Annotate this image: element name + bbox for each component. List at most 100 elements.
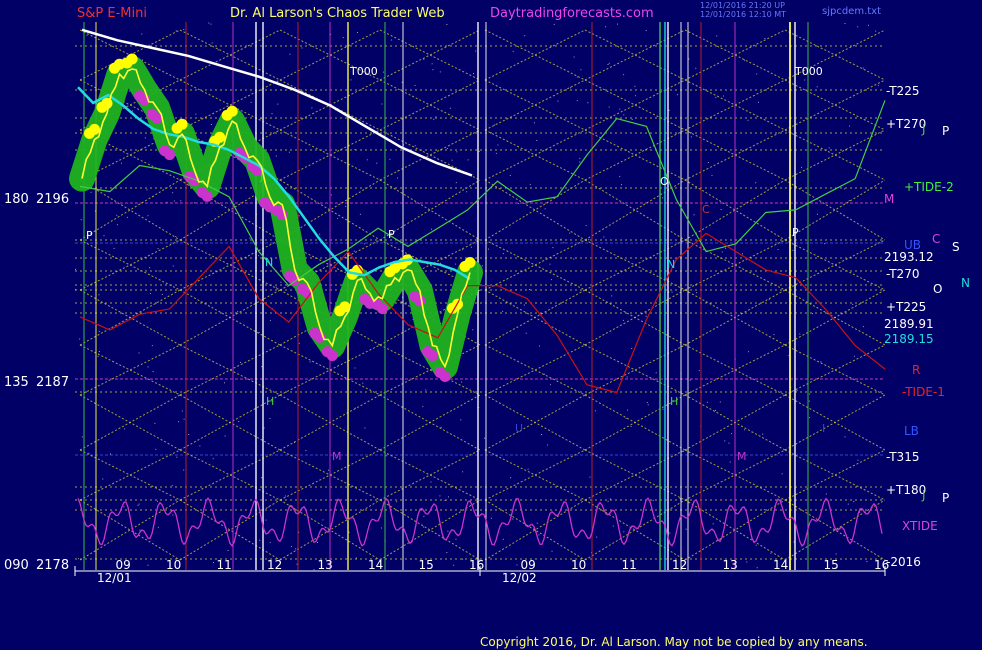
- star-dot: [626, 376, 628, 378]
- star-dot: [746, 561, 748, 563]
- star-dot: [481, 265, 483, 267]
- star-dot: [110, 453, 111, 455]
- star-dot: [862, 67, 864, 69]
- star-dot: [579, 161, 581, 163]
- star-dot: [627, 409, 629, 411]
- star-dot: [755, 544, 757, 546]
- down-dot: [271, 205, 283, 217]
- site-title: Dr. Al Larson's Chaos Trader Web: [230, 6, 445, 21]
- star-dot: [103, 235, 105, 237]
- star-dot: [792, 249, 794, 251]
- star-dot: [877, 84, 879, 86]
- star-dot: [502, 310, 504, 312]
- x-tick-label-day1: 13: [318, 558, 333, 572]
- star-dot: [350, 79, 352, 81]
- star-dot: [311, 107, 313, 109]
- star-dot: [188, 434, 190, 435]
- star-dot: [97, 355, 99, 357]
- down-dot: [359, 293, 371, 305]
- star-dot: [291, 546, 292, 548]
- star-dot: [608, 106, 610, 108]
- star-dot: [849, 125, 851, 127]
- star-dot: [756, 567, 758, 569]
- star-dot: [422, 406, 424, 408]
- star-dot: [528, 289, 530, 290]
- chart-letter-marker: M: [332, 450, 342, 463]
- site-url[interactable]: Daytradingforecasts.com: [490, 6, 654, 21]
- star-dot: [298, 215, 300, 217]
- star-dot: [75, 268, 76, 270]
- planet-label-j-1: J: [921, 122, 926, 136]
- x-tick-label-day2: 09: [521, 558, 536, 572]
- x-tick-label-day1: 11: [217, 558, 232, 572]
- x-tick-label-day2: 14: [773, 558, 788, 572]
- star-dot: [382, 71, 384, 73]
- down-dot: [196, 186, 208, 198]
- star-dot: [820, 361, 822, 363]
- star-dot: [269, 541, 271, 543]
- up-dot: [96, 101, 108, 113]
- star-dot: [625, 417, 627, 419]
- star-dot: [195, 113, 197, 115]
- star-dot: [502, 538, 504, 540]
- star-dot: [155, 448, 157, 450]
- star-dot: [585, 225, 587, 227]
- label-plus-t180: +T180: [886, 483, 926, 497]
- star-dot: [397, 177, 399, 179]
- star-dot: [139, 529, 141, 531]
- star-dot: [669, 532, 671, 534]
- down-dot: [434, 367, 446, 378]
- star-dot: [455, 182, 457, 184]
- t000-label-day1: T000: [349, 65, 378, 78]
- y-label-price-2187: 2187: [36, 375, 69, 390]
- planet-label-c: C: [932, 232, 940, 246]
- star-dot: [623, 531, 625, 533]
- star-dot: [98, 351, 100, 352]
- star-dot: [322, 519, 324, 521]
- planet-label-m: M: [884, 192, 894, 206]
- x-tick-label-day1: 14: [368, 558, 383, 572]
- star-dot: [381, 527, 382, 529]
- star-dot: [448, 496, 449, 498]
- star-dot: [90, 191, 92, 193]
- star-dot: [579, 157, 581, 159]
- star-dot: [557, 100, 559, 102]
- star-dot: [536, 140, 538, 141]
- y-label-price-2196: 2196: [36, 192, 69, 207]
- planet-label-p-1: P: [942, 124, 949, 138]
- star-dot: [809, 417, 811, 419]
- up-dot: [384, 266, 396, 278]
- star-dot: [389, 158, 391, 160]
- star-dot: [78, 558, 79, 560]
- star-dot: [275, 286, 277, 288]
- star-dot: [828, 147, 830, 149]
- star-dot: [138, 503, 140, 505]
- star-dot: [550, 279, 552, 281]
- x-tick-label-day2: 15: [824, 558, 839, 572]
- star-dot: [472, 329, 474, 331]
- label-plus-tide-2: +TIDE-2: [904, 180, 954, 194]
- x-tick-label-day2: 12: [672, 558, 687, 572]
- star-dot: [183, 418, 185, 420]
- x-tick-label-day1: 15: [419, 558, 434, 572]
- down-dot: [134, 90, 146, 102]
- star-dot: [313, 569, 315, 571]
- chart-letter-marker: I: [822, 422, 825, 435]
- star-dot: [151, 345, 153, 347]
- label-price-2189-91: 2189.91: [884, 317, 934, 331]
- down-dot: [159, 145, 171, 157]
- star-dot: [715, 409, 716, 411]
- star-dot: [623, 74, 625, 76]
- star-dot: [748, 351, 749, 353]
- star-dot: [422, 526, 424, 528]
- star-dot: [587, 102, 589, 104]
- star-dot: [635, 95, 636, 97]
- star-dot: [762, 433, 764, 435]
- star-dot: [381, 103, 383, 105]
- star-dot: [157, 248, 159, 250]
- star-dot: [719, 401, 721, 403]
- star-dot: [121, 162, 122, 164]
- file-name: sjpcdem.txt: [822, 6, 881, 17]
- star-dot: [742, 253, 743, 255]
- star-dot: [679, 498, 681, 500]
